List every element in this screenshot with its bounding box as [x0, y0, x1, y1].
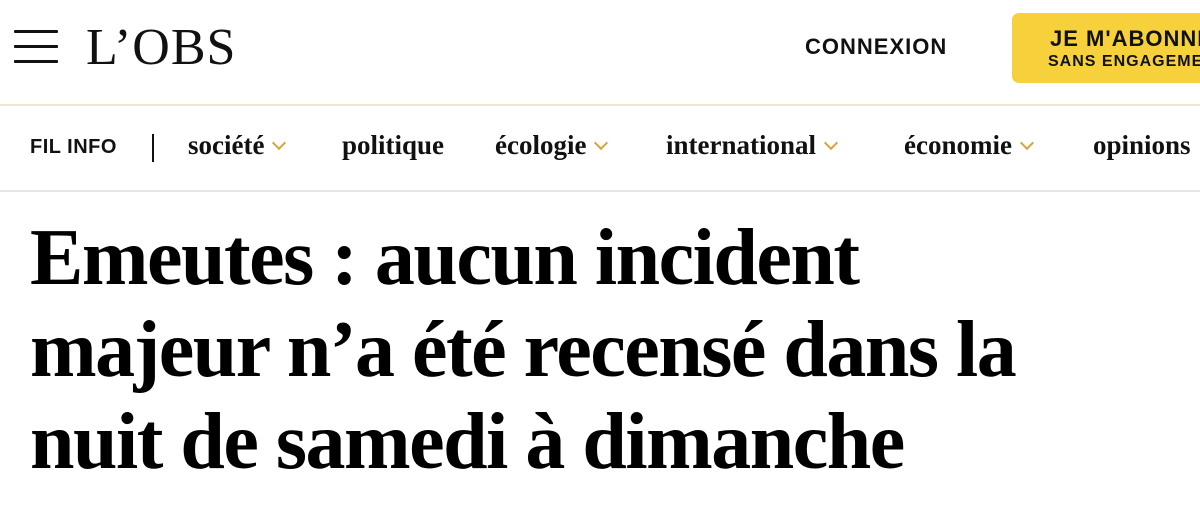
headline-line: majeur n’a été recensé dans la: [30, 306, 1017, 394]
nav-item-label: écologie: [495, 130, 587, 160]
menu-icon-bar: [14, 60, 58, 63]
headline-line: Emeutes : aucun incident: [30, 214, 860, 302]
nav-item-label: société: [188, 130, 265, 160]
chevron-down-icon: [1019, 135, 1035, 151]
nav-divider: [152, 134, 154, 162]
subscribe-button[interactable]: JE M'ABONNE SANS ENGAGEMENT: [1012, 13, 1200, 83]
article-headline: Emeutes : aucun incident majeur n’a été …: [30, 212, 1200, 488]
chevron-down-icon: [594, 135, 609, 151]
subscribe-sublabel: SANS ENGAGEMENT: [1048, 53, 1200, 70]
nav-item-ecologie[interactable]: écologie: [495, 130, 609, 161]
nav-item-international[interactable]: international: [666, 130, 839, 161]
nav-item-label: politique: [342, 130, 445, 160]
login-button[interactable]: CONNEXION: [805, 34, 947, 60]
section-nav: FIL INFO société politique écologie inte…: [0, 106, 1200, 192]
subscribe-label: JE M'ABONNE: [1050, 26, 1200, 51]
nav-item-label: international: [666, 130, 817, 160]
chevron-down-icon: [272, 135, 287, 151]
nav-item-politique[interactable]: politique: [342, 130, 444, 161]
site-header: L’OBS CONNEXION JE M'ABONNE SANS ENGAGEM…: [0, 0, 1200, 106]
nav-item-opinions[interactable]: opinions: [1093, 130, 1191, 161]
nav-item-economie[interactable]: économie: [904, 130, 1035, 161]
site-logo[interactable]: L’OBS: [86, 18, 236, 78]
nav-item-societe[interactable]: société: [188, 130, 287, 161]
menu-icon-bar: [14, 45, 58, 48]
headline-line: nuit de samedi à dimanche: [30, 398, 905, 486]
chevron-down-icon: [823, 135, 839, 151]
menu-icon[interactable]: [14, 28, 58, 64]
fil-info-link[interactable]: FIL INFO: [30, 136, 117, 159]
nav-item-label: économie: [904, 130, 1012, 160]
menu-icon-bar: [14, 30, 58, 33]
nav-item-label: opinions: [1093, 130, 1191, 160]
